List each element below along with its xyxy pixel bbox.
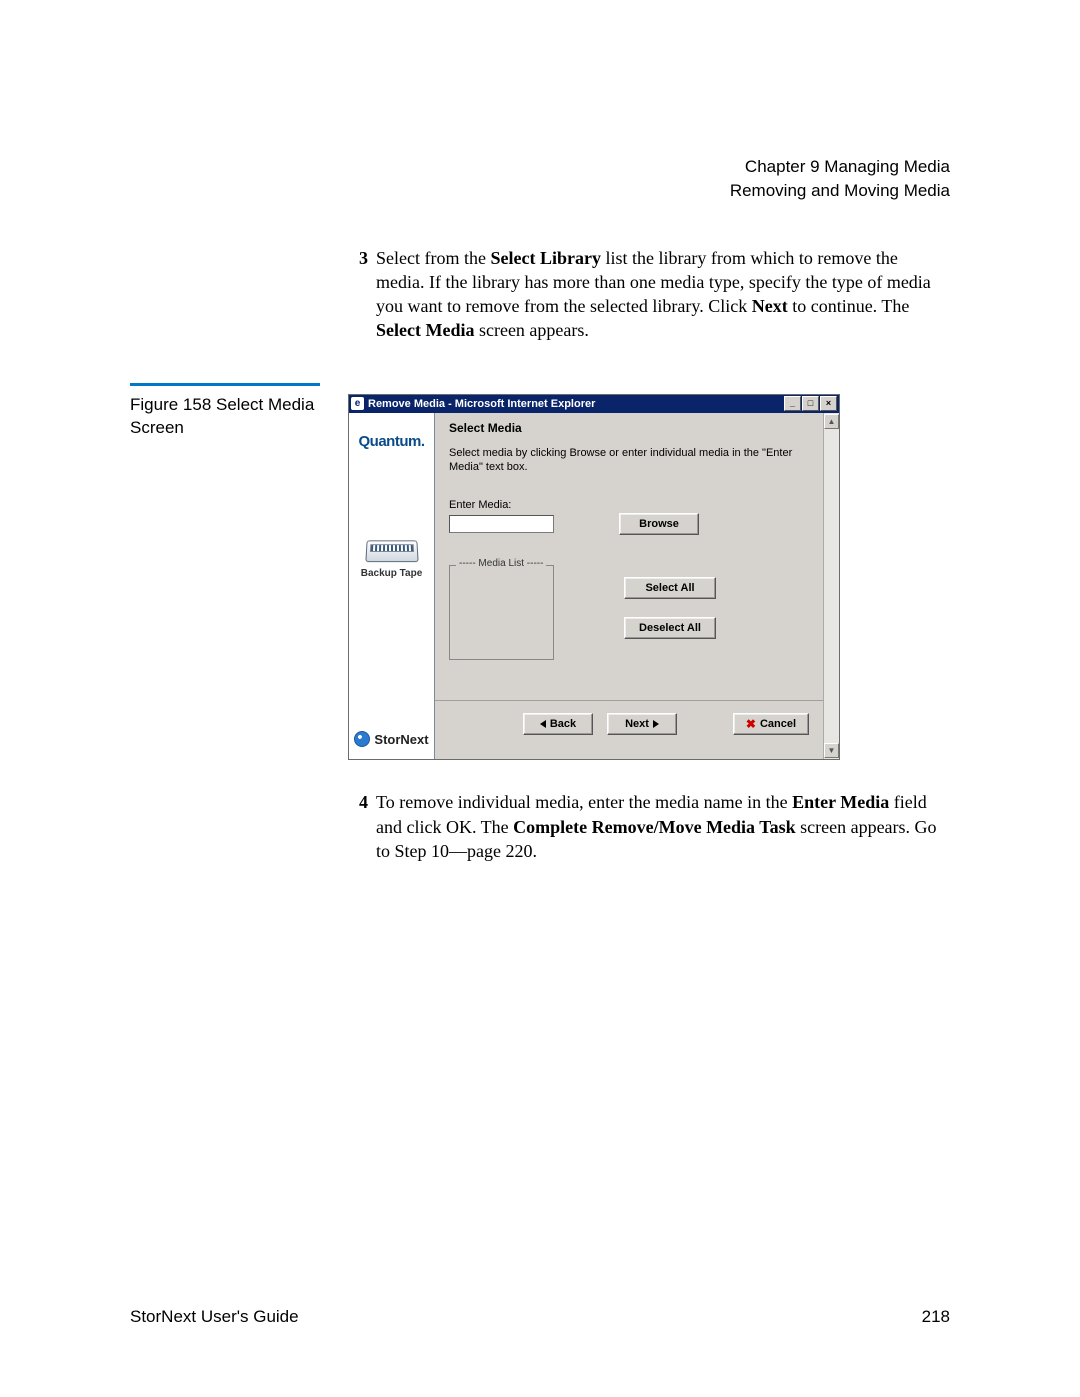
sidebar: Quantum. Backup Tape StorNext — [349, 413, 435, 760]
step-number: 4 — [348, 790, 368, 863]
media-list-legend: ----- Media List ----- — [456, 558, 546, 569]
maximize-button[interactable]: □ — [802, 396, 819, 411]
scroll-down-icon[interactable]: ▼ — [824, 743, 839, 758]
close-button[interactable]: × — [820, 396, 837, 411]
product-name: StorNext — [374, 732, 428, 747]
brand-logo: Quantum. — [359, 433, 425, 450]
cancel-button[interactable]: ✖Cancel — [733, 713, 809, 735]
select-all-button[interactable]: Select All — [624, 577, 716, 599]
back-button[interactable]: Back — [523, 713, 593, 735]
product-logo: StorNext — [354, 725, 428, 751]
panel-title: Select Media — [449, 421, 809, 435]
section-line: Removing and Moving Media — [130, 179, 950, 203]
step-text: To remove individual media, enter the me… — [376, 790, 950, 863]
page-footer: StorNext User's Guide 218 — [130, 1307, 950, 1327]
tape-icon — [365, 540, 418, 562]
next-button[interactable]: Next — [607, 713, 677, 735]
step-4: 4 To remove individual media, enter the … — [348, 790, 950, 863]
nav-row: Back Next ✖Cancel — [435, 700, 823, 749]
tape-label: Backup Tape — [361, 568, 423, 579]
chapter-line: Chapter 9 Managing Media — [130, 155, 950, 179]
figure-rule — [130, 383, 320, 386]
step-text: Select from the Select Library list the … — [376, 246, 950, 343]
footer-right: 218 — [922, 1307, 950, 1327]
step-3: 3 Select from the Select Library list th… — [348, 246, 950, 343]
minimize-button[interactable]: _ — [784, 396, 801, 411]
deselect-all-button[interactable]: Deselect All — [624, 617, 716, 639]
window-title: Remove Media - Microsoft Internet Explor… — [368, 398, 595, 410]
figure-caption: Figure 158 Select Media Screen — [130, 394, 348, 440]
globe-icon — [354, 731, 370, 747]
main-panel: Select Media Select media by clicking Br… — [435, 413, 823, 760]
figure: e Remove Media - Microsoft Internet Expl… — [348, 394, 950, 761]
x-icon: ✖ — [746, 717, 756, 731]
titlebar: e Remove Media - Microsoft Internet Expl… — [349, 395, 839, 413]
enter-media-label: Enter Media: — [449, 499, 809, 511]
instruction-text: Select media by clicking Browse or enter… — [449, 447, 799, 475]
scrollbar[interactable]: ▲ ▼ — [823, 413, 839, 760]
scroll-up-icon[interactable]: ▲ — [824, 414, 839, 429]
ie-icon: e — [351, 397, 364, 410]
page-header: Chapter 9 Managing Media Removing and Mo… — [130, 155, 950, 203]
enter-media-input[interactable] — [449, 515, 554, 533]
step-number: 3 — [348, 246, 368, 343]
triangle-left-icon — [540, 720, 546, 728]
ie-window: e Remove Media - Microsoft Internet Expl… — [348, 394, 840, 761]
footer-left: StorNext User's Guide — [130, 1307, 299, 1327]
browse-button[interactable]: Browse — [619, 513, 699, 535]
triangle-right-icon — [653, 720, 659, 728]
media-list-box[interactable]: ----- Media List ----- — [449, 565, 554, 660]
